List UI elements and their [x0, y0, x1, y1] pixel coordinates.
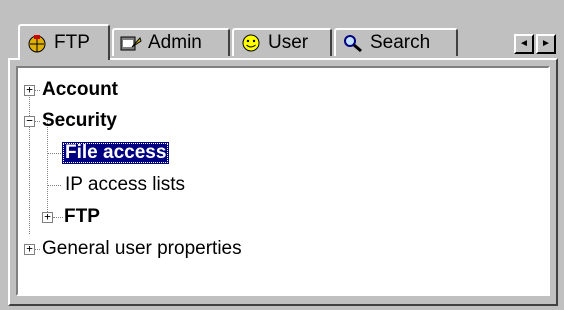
tree-branch	[53, 217, 63, 218]
tab-strip: FTP Admin User Search ◄ ►	[18, 24, 560, 60]
tree-item-general-user-properties[interactable]: General user properties	[42, 234, 242, 264]
scroll-left-button[interactable]: ◄	[514, 34, 534, 54]
tree-item-label: FTP	[64, 206, 100, 227]
security-collapse-icon[interactable]: −	[24, 115, 35, 127]
tab-admin[interactable]: Admin	[112, 28, 230, 56]
tree-item-label: General user properties	[42, 238, 242, 259]
tree-item-label: Security	[42, 110, 117, 131]
tab-user[interactable]: User	[232, 28, 332, 56]
tab-ftp[interactable]: FTP	[18, 24, 110, 60]
tab-panel: + Account − Security File access IP acce…	[8, 58, 558, 306]
ftp-expand-icon[interactable]: +	[42, 211, 53, 223]
tree-item-account[interactable]: Account	[42, 75, 118, 105]
account-expand-icon[interactable]: +	[24, 84, 35, 96]
tree-item-ip-access-lists[interactable]: IP access lists	[65, 170, 185, 200]
ftp-globe-icon	[26, 33, 48, 53]
tab-search-label: Search	[370, 32, 431, 53]
search-magnifier-icon	[342, 33, 364, 53]
tree-branch	[47, 153, 61, 154]
settings-tree[interactable]: + Account − Security File access IP acce…	[16, 66, 550, 296]
tab-search[interactable]: Search	[334, 28, 458, 56]
tab-admin-label: Admin	[148, 32, 202, 53]
admin-key-icon	[120, 33, 142, 53]
general-expand-icon[interactable]: +	[24, 243, 35, 255]
tree-item-label: IP access lists	[65, 174, 186, 195]
tree-item-label: Account	[42, 79, 118, 100]
tree-item-file-access[interactable]: File access	[62, 138, 170, 168]
tab-ftp-label: FTP	[54, 32, 90, 53]
scroll-right-icon: ►	[541, 38, 551, 49]
tree-item-ftp[interactable]: FTP	[64, 202, 100, 232]
tab-user-label: User	[268, 32, 309, 53]
tree-item-security[interactable]: Security	[42, 106, 117, 136]
scroll-left-icon: ◄	[519, 38, 529, 49]
user-smiley-icon	[240, 33, 262, 53]
scroll-right-button[interactable]: ►	[536, 34, 556, 54]
tree-root-line	[29, 88, 30, 234]
tree-item-label: File access	[62, 142, 170, 164]
tab-scroll-buttons: ◄ ►	[514, 34, 556, 54]
tree-branch	[47, 185, 61, 186]
